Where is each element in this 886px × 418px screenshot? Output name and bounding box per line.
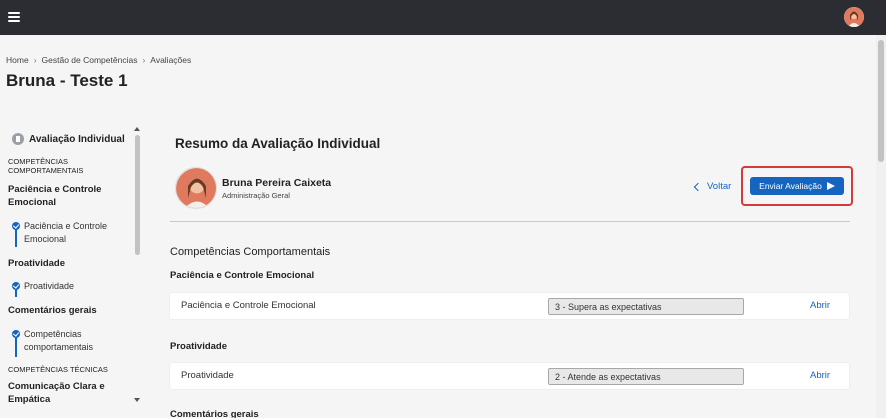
divider — [170, 221, 850, 222]
sidebar: Avaliação Individual COMPETÊNCIAS COMPOR… — [0, 127, 140, 407]
rating-field: 3 - Supera as expectativas — [548, 298, 744, 315]
sidebar-scroll-thumb[interactable] — [135, 135, 140, 255]
sidebar-section-technical: COMPETÊNCIAS TÉCNICAS — [8, 365, 108, 374]
person-role: Administração Geral — [222, 191, 290, 200]
sidebar-item-label: Competências comportamentais — [24, 329, 94, 352]
section-title-behavioral: Competências Comportamentais — [170, 246, 331, 258]
sidebar-header-label: Avaliação Individual — [29, 133, 125, 145]
sidebar-group-proatividade[interactable]: Proatividade — [8, 257, 128, 270]
sidebar-item-proatividade[interactable]: Proatividade — [12, 280, 127, 297]
breadcrumb: Home › Gestão de Competências › Avaliações — [6, 55, 191, 65]
breadcrumb-separator: › — [142, 55, 146, 65]
summary-title: Resumo da Avaliação Individual — [175, 136, 381, 151]
sidebar-group-comentarios[interactable]: Comentários gerais — [8, 304, 128, 317]
sidebar-header[interactable]: Avaliação Individual — [12, 133, 125, 145]
open-link[interactable]: Abrir — [810, 370, 830, 381]
sidebar-section-behavioral: COMPETÊNCIAS COMPORTAMENTAIS — [8, 157, 84, 175]
group-title-paciencia: Paciência e Controle Emocional — [170, 270, 315, 281]
breadcrumb-separator: › — [33, 55, 37, 65]
person-name: Bruna Pereira Caixeta — [222, 177, 332, 189]
competency-row: Proatividade 2 - Atende as expectativas … — [170, 363, 849, 389]
progress-line — [15, 337, 17, 357]
user-avatar-icon[interactable] — [844, 7, 864, 27]
breadcrumb-avaliacoes[interactable]: Avaliações — [150, 55, 191, 65]
send-button-label: Enviar Avaliação — [759, 181, 822, 191]
progress-line — [15, 229, 17, 247]
hamburger-menu-icon[interactable] — [8, 12, 20, 22]
rating-field: 2 - Atende as expectativas — [548, 368, 744, 385]
sidebar-group-comunicacao[interactable]: Comunicação Clara e Empática — [8, 380, 128, 406]
scroll-up-arrow-icon[interactable] — [134, 127, 140, 131]
sidebar-item-label: Proatividade — [24, 281, 75, 291]
open-link[interactable]: Abrir — [810, 300, 830, 311]
group-title-proatividade: Proatividade — [170, 341, 228, 352]
top-navigation-bar — [0, 0, 886, 35]
sidebar-item-label: Paciência e Controle Emocional — [24, 221, 108, 244]
person-avatar — [175, 167, 217, 209]
back-label: Voltar — [707, 181, 732, 192]
send-arrow-icon — [826, 182, 835, 190]
sidebar-item-paciencia[interactable]: Paciência e Controle Emocional — [12, 220, 127, 248]
page-scroll-thumb[interactable] — [878, 40, 884, 162]
page-title: Bruna - Teste 1 — [6, 71, 128, 90]
section-title-comentarios: Comentários gerais — [170, 409, 259, 418]
sidebar-group-paciencia[interactable]: Paciência e Controle Emocional — [8, 183, 128, 209]
scroll-down-arrow-icon[interactable] — [134, 398, 140, 402]
sidebar-item-comentarios[interactable]: Competências comportamentais — [12, 328, 127, 357]
competency-label: Paciência e Controle Emocional — [181, 300, 316, 311]
competency-label: Proatividade — [181, 370, 234, 381]
breadcrumb-competencias[interactable]: Gestão de Competências — [42, 55, 138, 65]
evaluation-icon — [12, 133, 24, 145]
page-scrollbar[interactable] — [876, 35, 886, 418]
sidebar-scrollbar[interactable] — [134, 127, 141, 402]
breadcrumb-home[interactable]: Home — [6, 55, 29, 65]
back-link[interactable]: Voltar — [693, 181, 732, 192]
chevron-left-icon — [693, 182, 703, 191]
competency-row: Paciência e Controle Emocional 3 - Super… — [170, 293, 849, 319]
progress-line — [15, 289, 17, 297]
send-evaluation-button[interactable]: Enviar Avaliação — [750, 177, 844, 195]
